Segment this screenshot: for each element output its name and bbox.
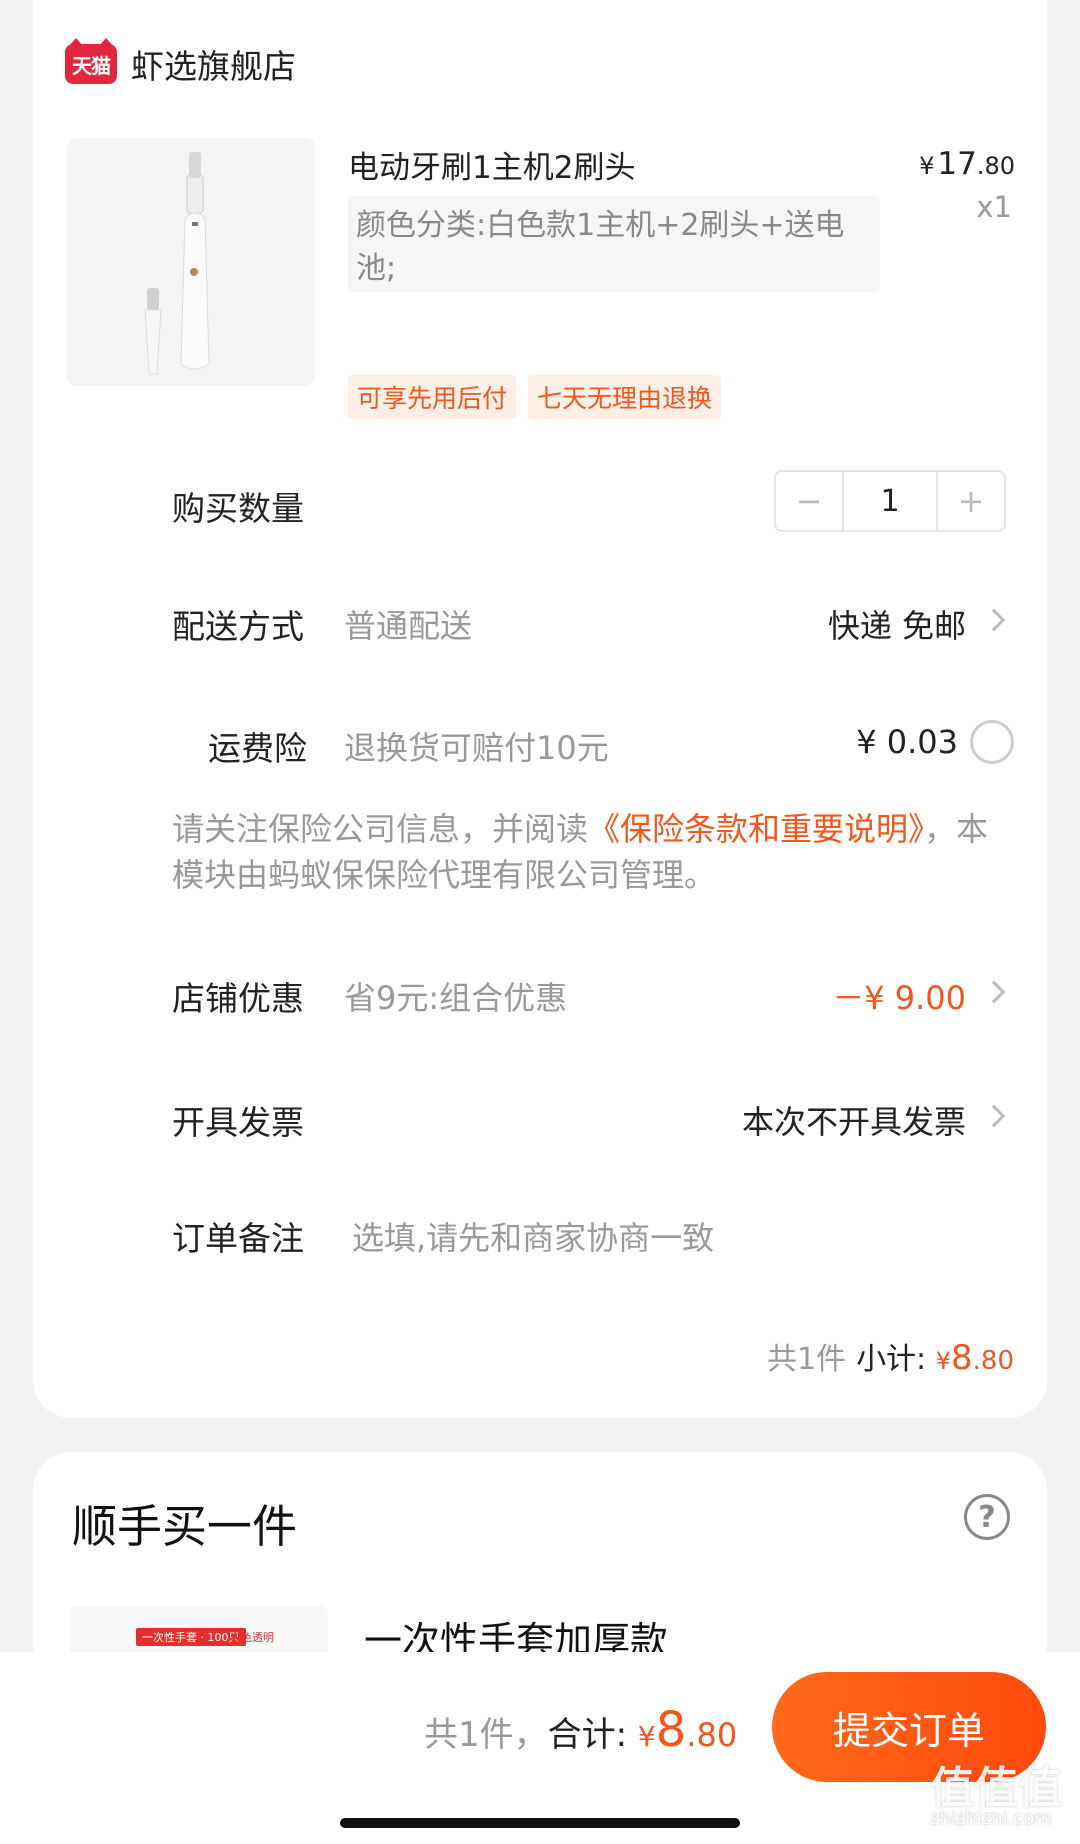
help-icon[interactable]: ? xyxy=(964,1494,1010,1540)
subtotal-symbol: ¥ xyxy=(935,1347,951,1375)
tag-free-return: 七天无理由退换 xyxy=(528,375,722,419)
total-symbol: ¥ xyxy=(637,1720,656,1753)
product-image[interactable] xyxy=(67,138,315,386)
quantity-label: 购买数量 xyxy=(172,489,304,528)
subtotal-label: 小计: xyxy=(856,1342,927,1377)
order-subtotal: 共1件 小计: ¥8.80 xyxy=(767,1334,1014,1378)
insurance-note-prefix: 请关注保险公司信息，并阅读 xyxy=(172,810,589,848)
tag-pay-later: 可享先用后付 xyxy=(348,375,517,419)
tmall-logo-icon: 天猫 xyxy=(65,38,117,84)
insurance-note: 请关注保险公司信息，并阅读《保险条款和重要说明》，本模块由蚂蚁保保险代理有限公司… xyxy=(172,806,1012,898)
shop-header[interactable]: 天猫 虾选旗舰店 xyxy=(65,38,296,88)
service-tags: 可享先用后付 七天无理由退换 xyxy=(348,375,722,419)
total-amount: ¥8.80 xyxy=(637,1702,738,1758)
order-total: 共1件，合计: ¥8.80 xyxy=(424,1702,737,1758)
total-dec: .80 xyxy=(686,1716,738,1754)
delivery-value[interactable]: 快递 免邮 xyxy=(828,601,966,647)
addon-item-tag2: 白色透明 xyxy=(230,1631,274,1644)
toothbrush-image xyxy=(144,152,210,375)
shop-name[interactable]: 虾选旗舰店 xyxy=(131,40,296,88)
subtotal-dec: .80 xyxy=(972,1346,1014,1376)
insurance-description: 退换货可赔付10元 xyxy=(344,729,609,767)
price-int: 17 xyxy=(937,146,977,182)
subtotal-amount: ¥8.80 xyxy=(935,1338,1014,1378)
insurance-radio[interactable] xyxy=(970,720,1014,764)
quantity-minus-button[interactable]: − xyxy=(776,472,842,530)
sku-selector[interactable]: 颜色分类:白色款1主机+2刷头+送电池; xyxy=(348,196,880,292)
watermark-logo: 值值值 xyxy=(930,1763,1062,1814)
quantity-stepper[interactable]: − 1 + xyxy=(774,470,1006,532)
subtotal-count: 共1件 xyxy=(766,1342,847,1377)
delivery-label: 配送方式 xyxy=(172,607,304,646)
discount-label: 店铺优惠 xyxy=(172,979,304,1018)
price-symbol: ¥ xyxy=(919,152,935,180)
addon-title: 顺手买一件 xyxy=(72,1500,298,1553)
watermark-url: zhizhizhi.com xyxy=(930,1808,1052,1829)
product-price: ¥17.80 xyxy=(919,146,1015,182)
invoice-value[interactable]: 本次不开具发票 xyxy=(742,1097,966,1143)
insurance-terms-link[interactable]: 《保险条款和重要说明》 xyxy=(588,810,924,848)
quantity-value[interactable]: 1 xyxy=(842,472,938,530)
total-count: 共1件， xyxy=(424,1715,548,1755)
checkout-page: 天猫 虾选旗舰店 电动牙刷1主机2刷头 颜色分类:白色款1主机+2刷头+送电池;… xyxy=(0,0,1080,1844)
product-quantity: x1 xyxy=(976,190,1012,224)
subtotal-int: 8 xyxy=(951,1338,973,1378)
product-title[interactable]: 电动牙刷1主机2刷头 xyxy=(348,142,635,187)
discount-value[interactable]: －¥ 9.00 xyxy=(832,973,966,1019)
insurance-price: ¥ 0.03 xyxy=(856,723,958,761)
insurance-label: 运费险 xyxy=(208,729,307,768)
home-indicator[interactable] xyxy=(340,1818,740,1828)
remark-input[interactable]: 选填,请先和商家协商一致 xyxy=(352,1213,714,1259)
discount-description[interactable]: 省9元:组合优惠 xyxy=(344,973,567,1019)
total-int: 8 xyxy=(655,1702,687,1758)
delivery-method[interactable]: 普通配送 xyxy=(344,601,472,647)
invoice-label: 开具发票 xyxy=(172,1103,304,1142)
price-dec: .80 xyxy=(976,152,1015,180)
remark-label: 订单备注 xyxy=(172,1219,304,1258)
total-label: 合计: xyxy=(547,1715,628,1755)
quantity-plus-button[interactable]: + xyxy=(938,472,1004,530)
